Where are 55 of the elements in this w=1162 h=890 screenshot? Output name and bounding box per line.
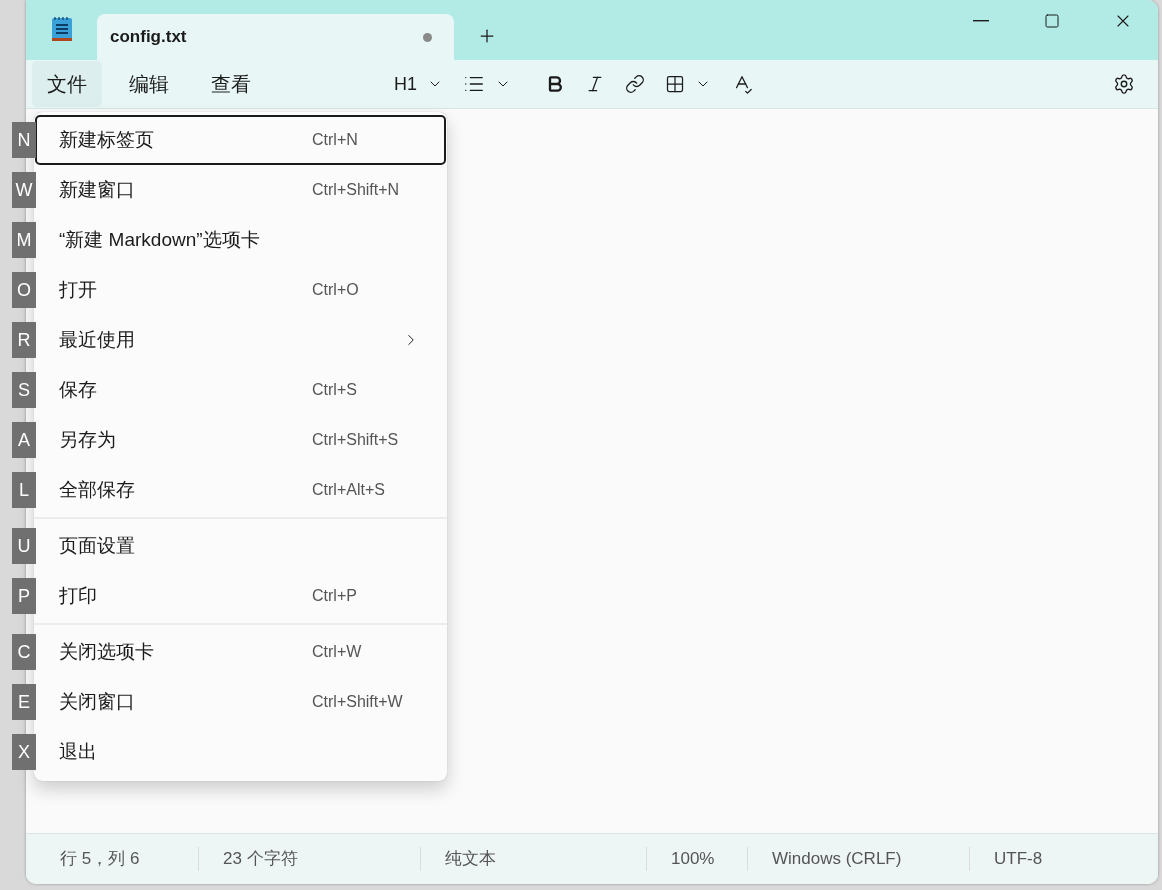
- access-key-badge: M: [12, 222, 36, 258]
- menu-item[interactable]: 新建窗口 Ctrl+Shift+N: [35, 165, 446, 215]
- status-text: Windows (CRLF): [747, 847, 969, 871]
- menu-item[interactable]: 另存为 Ctrl+Shift+S: [35, 415, 446, 465]
- maximize-icon: [1043, 13, 1060, 29]
- settings-icon: [1113, 73, 1135, 95]
- access-key-badge: R: [12, 322, 36, 358]
- status-text: 100%: [646, 847, 747, 871]
- menu-item[interactable]: 打开 Ctrl+O: [35, 265, 446, 315]
- menu-bar-item[interactable]: 编辑: [114, 61, 184, 107]
- access-key-badge: W: [12, 172, 36, 208]
- shortcut-text: Ctrl+Shift+W: [312, 693, 404, 711]
- status-text: 行 5，列 6: [59, 848, 141, 870]
- notepad-icon: [51, 16, 73, 42]
- access-key-badge: O: [12, 272, 36, 308]
- menu-item[interactable]: 新建标签页 Ctrl+N: [35, 115, 446, 165]
- shortcut-text: Ctrl+Alt+S: [312, 481, 386, 499]
- status-text: 23 个字符: [198, 847, 420, 871]
- access-key-badge: L: [12, 472, 36, 508]
- access-key-badge: C: [12, 634, 36, 670]
- menu-bar-item[interactable]: 查看: [196, 61, 266, 107]
- status-text: 纯文本: [420, 847, 646, 871]
- menu-item[interactable]: 退出: [35, 727, 446, 777]
- menu-item[interactable]: 最近使用: [35, 315, 446, 365]
- access-key-badge: N: [12, 122, 36, 158]
- access-key-badge: A: [12, 422, 36, 458]
- heading-label: H1: [394, 73, 417, 95]
- shortcut-text: Ctrl+W: [312, 643, 363, 661]
- shortcut-text: Ctrl+P: [312, 587, 358, 605]
- shortcut-text: Ctrl+N: [312, 131, 359, 149]
- menu-item[interactable]: 页面设置: [35, 521, 446, 571]
- menu-item[interactable]: 全部保存 Ctrl+Alt+S: [35, 465, 446, 515]
- link-icon: [625, 74, 645, 94]
- access-key-badge: X: [12, 734, 36, 770]
- access-key-badge: U: [12, 528, 36, 564]
- shortcut-text: Ctrl+O: [312, 281, 360, 299]
- status-text: UTF-8: [969, 847, 1119, 871]
- menu-item[interactable]: 保存 Ctrl+S: [35, 365, 446, 415]
- menu-item[interactable]: 打印 Ctrl+P: [35, 571, 446, 621]
- shortcut-text: Ctrl+Shift+S: [312, 431, 400, 449]
- access-key-badge: P: [12, 578, 36, 614]
- shortcut-text: Ctrl+Shift+N: [312, 181, 401, 199]
- unsaved-dot-icon: [423, 32, 432, 42]
- minimize-icon: [972, 20, 989, 22]
- access-key-badge: E: [12, 684, 36, 720]
- menu-item[interactable]: “新建 Markdown”选项卡: [35, 215, 446, 265]
- menu-item[interactable]: 关闭选项卡 Ctrl+W: [35, 627, 446, 677]
- menu-bar-item[interactable]: 文件: [32, 61, 102, 107]
- menu-item[interactable]: 关闭窗口 Ctrl+Shift+W: [35, 677, 446, 727]
- shortcut-text: Ctrl+S: [312, 381, 358, 399]
- file-tab[interactable]: config.txt: [97, 14, 454, 60]
- table-icon: [665, 74, 685, 94]
- tab-title: config.txt: [110, 27, 188, 47]
- heading-dropdown[interactable]: H1: [388, 66, 449, 102]
- access-key-badge: S: [12, 372, 36, 408]
